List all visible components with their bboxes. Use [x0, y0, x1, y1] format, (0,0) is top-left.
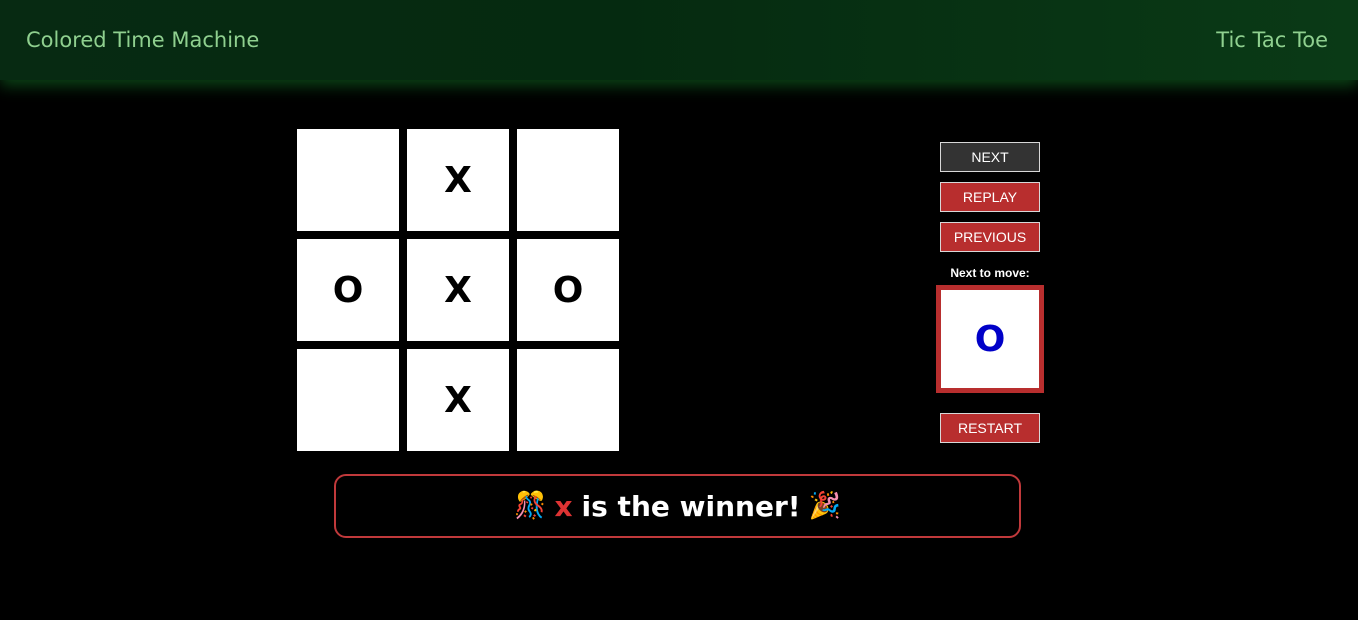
- controls-panel: NEXT REPLAY PREVIOUS Next to move: O RES…: [934, 142, 1046, 453]
- brand-title: Colored Time Machine: [26, 28, 260, 52]
- board-cell[interactable]: O: [297, 239, 399, 341]
- app-title: Tic Tac Toe: [1216, 28, 1328, 52]
- restart-button[interactable]: RESTART: [940, 413, 1040, 443]
- next-to-move-label: Next to move:: [950, 266, 1030, 280]
- winner-player: x: [554, 489, 573, 523]
- winner-banner: 🎊 x is the winner! 🎉: [334, 474, 1021, 538]
- board-cell[interactable]: X: [407, 239, 509, 341]
- top-bar: Colored Time Machine Tic Tac Toe: [0, 0, 1358, 80]
- confetti-icon: 🎊: [514, 491, 547, 521]
- game-board: X O X O X: [297, 129, 619, 451]
- board-cell[interactable]: O: [517, 239, 619, 341]
- board-cell[interactable]: X: [407, 349, 509, 451]
- winner-message: is the winner!: [581, 489, 801, 523]
- board-cell[interactable]: [517, 129, 619, 231]
- next-player-indicator: O: [936, 285, 1044, 393]
- board-cell[interactable]: [297, 129, 399, 231]
- board-cell[interactable]: [517, 349, 619, 451]
- previous-button[interactable]: PREVIOUS: [940, 222, 1040, 252]
- board-cell[interactable]: [297, 349, 399, 451]
- board-cell[interactable]: X: [407, 129, 509, 231]
- party-popper-icon: 🎉: [808, 491, 841, 521]
- replay-button[interactable]: REPLAY: [940, 182, 1040, 212]
- next-button[interactable]: NEXT: [940, 142, 1040, 172]
